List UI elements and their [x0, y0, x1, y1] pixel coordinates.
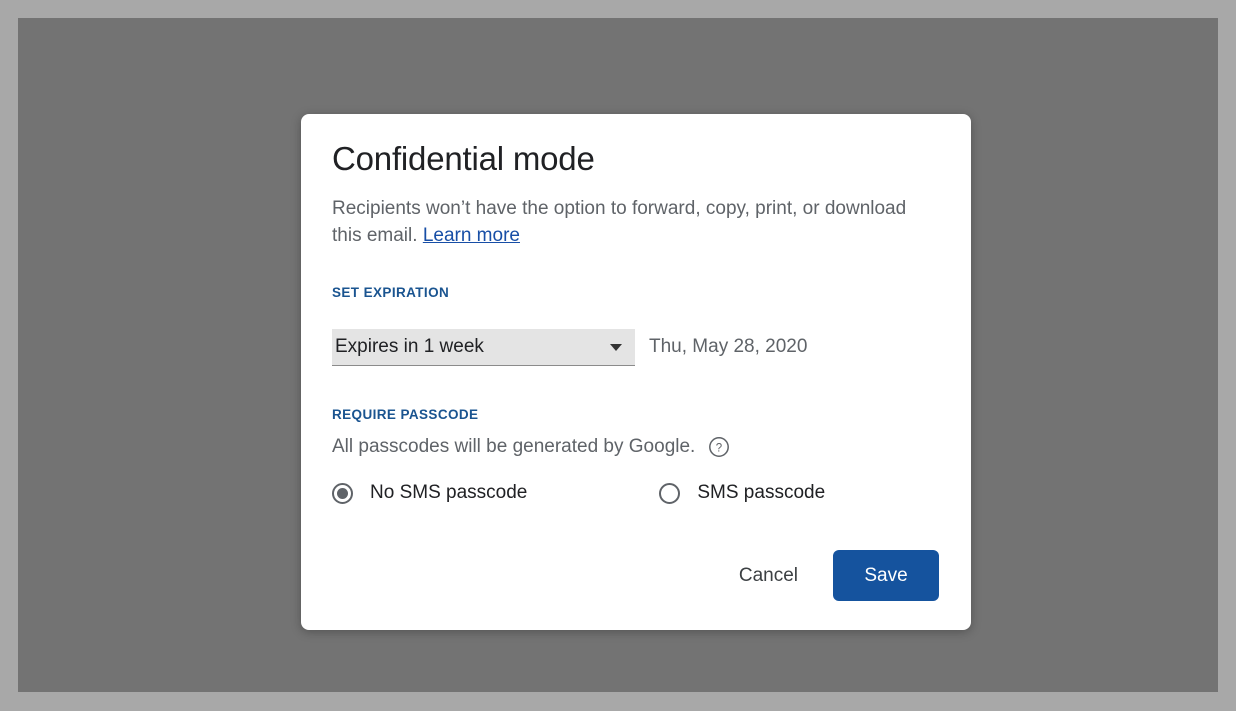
radio-mark-selected — [332, 482, 353, 504]
radio-option-no-sms-passcode[interactable]: No SMS passcode — [332, 482, 527, 504]
save-button[interactable]: Save — [833, 550, 939, 601]
dialog-content: Confidential mode Recipients won’t have … — [332, 114, 940, 630]
help-circle-icon[interactable]: ? — [708, 436, 730, 458]
require-passcode-label: REQUIRE PASSCODE — [332, 407, 479, 422]
dialog-description: Recipients won’t have the option to forw… — [332, 195, 932, 249]
page-frame: Confidential mode Recipients won’t have … — [0, 0, 1236, 711]
radio-option-sms-passcode[interactable]: SMS passcode — [659, 482, 825, 504]
modal-backdrop[interactable]: Confidential mode Recipients won’t have … — [18, 18, 1218, 692]
svg-text:?: ? — [716, 442, 722, 454]
dialog-description-text: Recipients won’t have the option to forw… — [332, 198, 907, 246]
passcode-note-row: All passcodes will be generated by Googl… — [332, 436, 730, 458]
expiration-row: Expires in 1 week Thu, May 28, 2020 — [332, 327, 807, 367]
chevron-down-icon — [610, 343, 622, 351]
radio-label-no-sms-passcode: No SMS passcode — [370, 482, 528, 503]
radio-mark-unselected — [659, 482, 681, 504]
learn-more-link[interactable]: Learn more — [423, 225, 520, 246]
passcode-radio-group: No SMS passcode SMS passcode — [332, 482, 825, 504]
confidential-mode-dialog: Confidential mode Recipients won’t have … — [301, 114, 971, 630]
passcode-note-text: All passcodes will be generated by Googl… — [332, 436, 696, 457]
radio-label-sms-passcode: SMS passcode — [697, 482, 826, 503]
page-title: Confidential mode — [332, 140, 595, 177]
dialog-footer: Cancel Save — [721, 550, 939, 601]
expiration-select-value: Expires in 1 week — [335, 335, 484, 357]
expiration-date-text: Thu, May 28, 2020 — [649, 336, 808, 357]
cancel-button[interactable]: Cancel — [721, 555, 816, 597]
set-expiration-label: SET EXPIRATION — [332, 285, 450, 300]
expiration-select[interactable]: Expires in 1 week — [332, 328, 635, 366]
